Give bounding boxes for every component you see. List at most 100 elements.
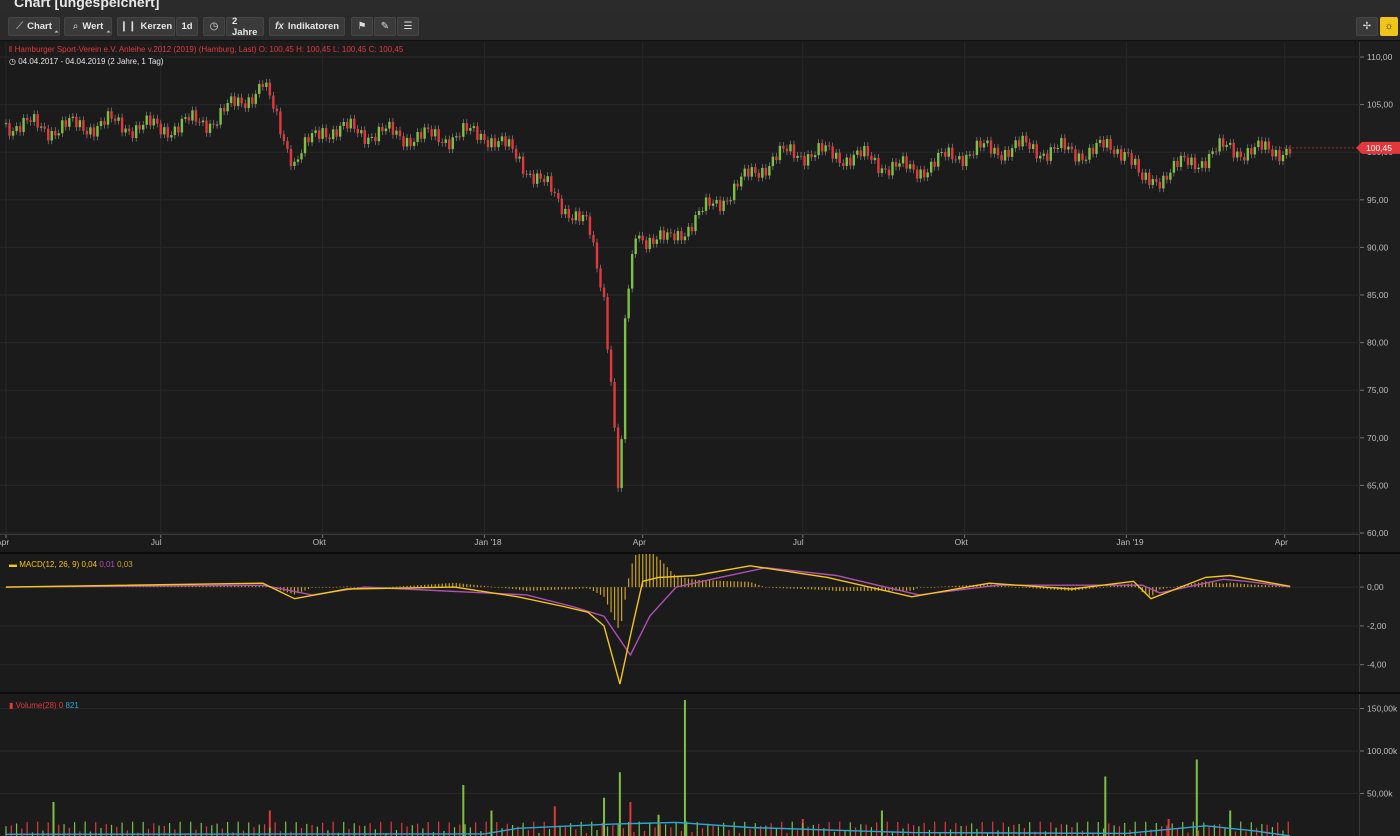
macd-histogram-bar xyxy=(462,583,464,588)
macd-histogram-bar xyxy=(300,587,303,592)
interval-button[interactable]: 1d xyxy=(176,17,198,36)
candle-up xyxy=(472,126,476,129)
volume-bar xyxy=(664,824,667,836)
candle-down xyxy=(335,129,338,137)
candle-down xyxy=(602,287,606,297)
macd-histogram-bar xyxy=(818,587,820,590)
macd-histogram-bar xyxy=(501,587,503,588)
candle-down xyxy=(156,118,159,124)
candle-down xyxy=(641,235,644,241)
candle-up xyxy=(173,126,177,136)
macd-histogram-bar xyxy=(1257,584,1259,588)
kerzen-button[interactable]: ❙❙ Kerzen xyxy=(117,17,175,36)
toolbar: ⟋ Chart ⌕ Wert ❙❙ Kerzen 1d ◷ 2 Jahre fx… xyxy=(0,12,1400,41)
volume-bar xyxy=(395,829,398,836)
crosshair-button[interactable]: ✢ xyxy=(1356,17,1378,36)
macd-histogram-bar xyxy=(536,587,538,591)
candle-up xyxy=(1151,179,1155,185)
volume-value: 0 xyxy=(58,701,64,710)
candle-up xyxy=(771,156,775,167)
candle-down xyxy=(979,140,982,148)
candle-down xyxy=(1017,140,1021,147)
volume-pane[interactable]: 150,00k 100,00k 50,00k ▮ Volume(28) 0 821 xyxy=(0,692,1400,836)
macd-histogram-bar xyxy=(1169,587,1171,588)
macd-histogram-bar xyxy=(322,587,324,588)
candle-up xyxy=(141,124,145,130)
candle-down xyxy=(244,103,247,109)
macd-histogram-bar xyxy=(483,585,486,588)
candle-up xyxy=(303,137,307,154)
volume-bar xyxy=(195,829,197,836)
macd-histogram-bar xyxy=(796,587,799,589)
macd-histogram-bar xyxy=(533,587,535,591)
macd-histogram-bar xyxy=(912,587,915,590)
candle-up xyxy=(1056,148,1060,150)
instrument-legend: ⫴ Hamburger Sport-Verein e.V. Anleihe v.… xyxy=(9,45,403,55)
volume-bar xyxy=(657,814,660,836)
range-button[interactable]: 2 Jahre xyxy=(226,16,264,38)
volume-bar xyxy=(733,821,735,836)
candle-up xyxy=(623,318,627,440)
macd-histogram-bar xyxy=(508,587,510,589)
candle-up xyxy=(1285,148,1288,155)
candle-up xyxy=(170,135,173,138)
settings-button[interactable]: ☰ xyxy=(397,17,419,36)
candle-up xyxy=(349,118,352,129)
price-tick-label: 105,00 xyxy=(1367,100,1393,110)
price-pane[interactable]: 110,00105,00100,0095,0090,0085,0080,0075… xyxy=(0,42,1400,552)
candle-down xyxy=(1204,161,1207,169)
volume-bar xyxy=(596,830,598,836)
bookmark-button[interactable]: ⚑ xyxy=(351,17,373,36)
candle-up xyxy=(321,128,324,139)
macd-histogram-bar xyxy=(599,587,602,595)
candle-down xyxy=(810,154,813,158)
macd-histogram-bar xyxy=(494,587,496,588)
candle-up xyxy=(500,136,504,142)
draw-button[interactable]: ✎ xyxy=(374,17,396,36)
theme-button[interactable]: ☼ xyxy=(1380,17,1398,36)
macd-histogram-bar xyxy=(490,586,493,588)
macd-histogram-bar xyxy=(1022,587,1024,588)
macd-histogram-bar xyxy=(1025,587,1027,588)
macd-histogram-bar xyxy=(311,587,313,588)
volume-bar xyxy=(749,829,751,836)
candle-down xyxy=(673,233,676,241)
volume-bar xyxy=(533,821,535,836)
candle-down xyxy=(353,118,356,129)
macd-histogram-bar xyxy=(789,587,792,589)
macd-histogram-bar xyxy=(540,587,542,591)
candle-up xyxy=(627,288,630,319)
clock-button[interactable]: ◷ xyxy=(203,17,225,36)
macd-histogram-bar xyxy=(445,583,447,588)
candle-down xyxy=(803,155,806,166)
volume-bar xyxy=(844,831,846,836)
volume-tick-label: 50,00k xyxy=(1367,789,1393,799)
candle-down xyxy=(391,121,395,135)
macd-pane[interactable]: 0,00 -2,00 -4,00 ▬ MACD(12, 26, 9) 0,04 0,… xyxy=(0,552,1400,692)
price-tick-label: 110,00 xyxy=(1367,52,1393,62)
candle-down xyxy=(1028,142,1031,149)
macd-histogram-bar xyxy=(1095,587,1098,588)
time-tick-label: Apr xyxy=(0,537,9,547)
candle-up xyxy=(117,117,120,121)
candle-down xyxy=(1193,157,1197,170)
wert-button[interactable]: ⌕ Wert xyxy=(64,17,112,36)
macd-histogram-bar xyxy=(927,587,929,588)
chart-type-button[interactable]: ⟋ Chart xyxy=(8,17,60,36)
candle-up xyxy=(342,121,345,126)
volume-bar xyxy=(1002,822,1004,836)
indikatoren-button[interactable]: fx Indikatoren xyxy=(269,17,345,36)
macd-histogram-bar xyxy=(1176,586,1179,588)
candle-down xyxy=(827,145,831,147)
candle-down xyxy=(103,121,106,125)
volume-bar xyxy=(897,821,899,836)
candle-up xyxy=(451,137,454,150)
volume-bar xyxy=(707,823,709,836)
candle-down xyxy=(690,226,694,232)
candle-up xyxy=(293,161,296,167)
candle-up xyxy=(1039,155,1042,159)
macd-histogram-bar xyxy=(793,587,795,589)
volume-bar xyxy=(1208,826,1210,836)
macd-histogram-bar xyxy=(589,587,591,590)
indikatoren-label: Indikatoren xyxy=(287,21,340,32)
